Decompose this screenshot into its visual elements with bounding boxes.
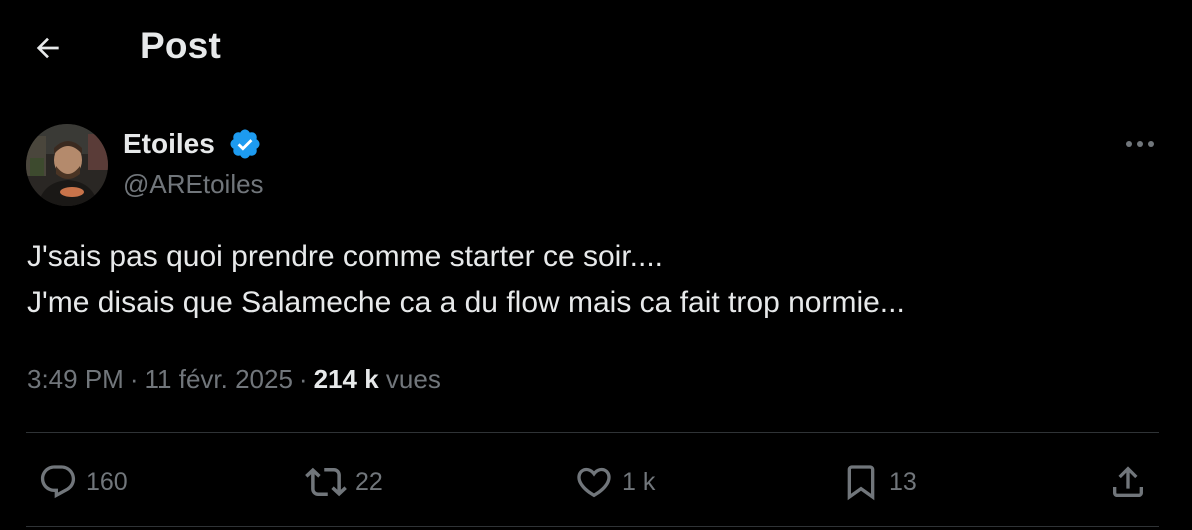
- divider: [26, 526, 1159, 527]
- tweet-date[interactable]: 11 févr. 2025: [145, 364, 293, 394]
- share-icon: [1113, 466, 1143, 497]
- meta-separator: ·: [129, 364, 139, 394]
- arrow-left-icon: [36, 37, 59, 59]
- like-count: 1 k: [622, 467, 656, 496]
- reply-icon: [40, 465, 76, 499]
- divider: [26, 432, 1159, 433]
- action-bar: 160 22 1 k 13: [0, 450, 1192, 514]
- repost-button[interactable]: 22: [305, 458, 383, 506]
- page-title: Post: [140, 25, 221, 66]
- tweet-text-line: J'sais pas quoi prendre comme starter ce…: [27, 240, 663, 273]
- bookmark-count: 13: [889, 467, 917, 496]
- meta-separator: ·: [298, 364, 308, 394]
- views-label: vues: [385, 364, 441, 394]
- verified-badge-icon: [230, 129, 260, 159]
- reply-count: 160: [86, 467, 128, 496]
- like-button[interactable]: 1 k: [574, 458, 655, 506]
- back-button[interactable]: [22, 24, 74, 72]
- views-count: 214 k: [313, 364, 379, 394]
- more-horizontal-icon: [1126, 141, 1154, 147]
- reply-button[interactable]: 160: [38, 458, 128, 506]
- page-header: Post: [0, 0, 1192, 96]
- tweet-meta: 3:49 PM · 11 févr. 2025 · 214 k vues: [27, 364, 441, 395]
- author-display-name[interactable]: Etoiles: [123, 128, 215, 160]
- avatar-photo: [26, 124, 108, 206]
- tweet-text-line: J'me disais que Salameche ca a du flow m…: [27, 286, 905, 319]
- tweet-text: J'sais pas quoi prendre comme starter ce…: [27, 234, 1157, 326]
- avatar[interactable]: [26, 124, 108, 206]
- author-handle[interactable]: @AREtoiles: [123, 169, 264, 200]
- tweet-time[interactable]: 3:49 PM: [27, 364, 124, 394]
- repost-count: 22: [355, 467, 383, 496]
- repost-icon: [305, 467, 347, 497]
- heart-icon: [577, 467, 611, 498]
- bookmark-button[interactable]: 13: [841, 458, 917, 506]
- more-options-button[interactable]: [1118, 128, 1162, 160]
- share-button[interactable]: [1108, 458, 1148, 506]
- bookmark-icon: [847, 465, 875, 501]
